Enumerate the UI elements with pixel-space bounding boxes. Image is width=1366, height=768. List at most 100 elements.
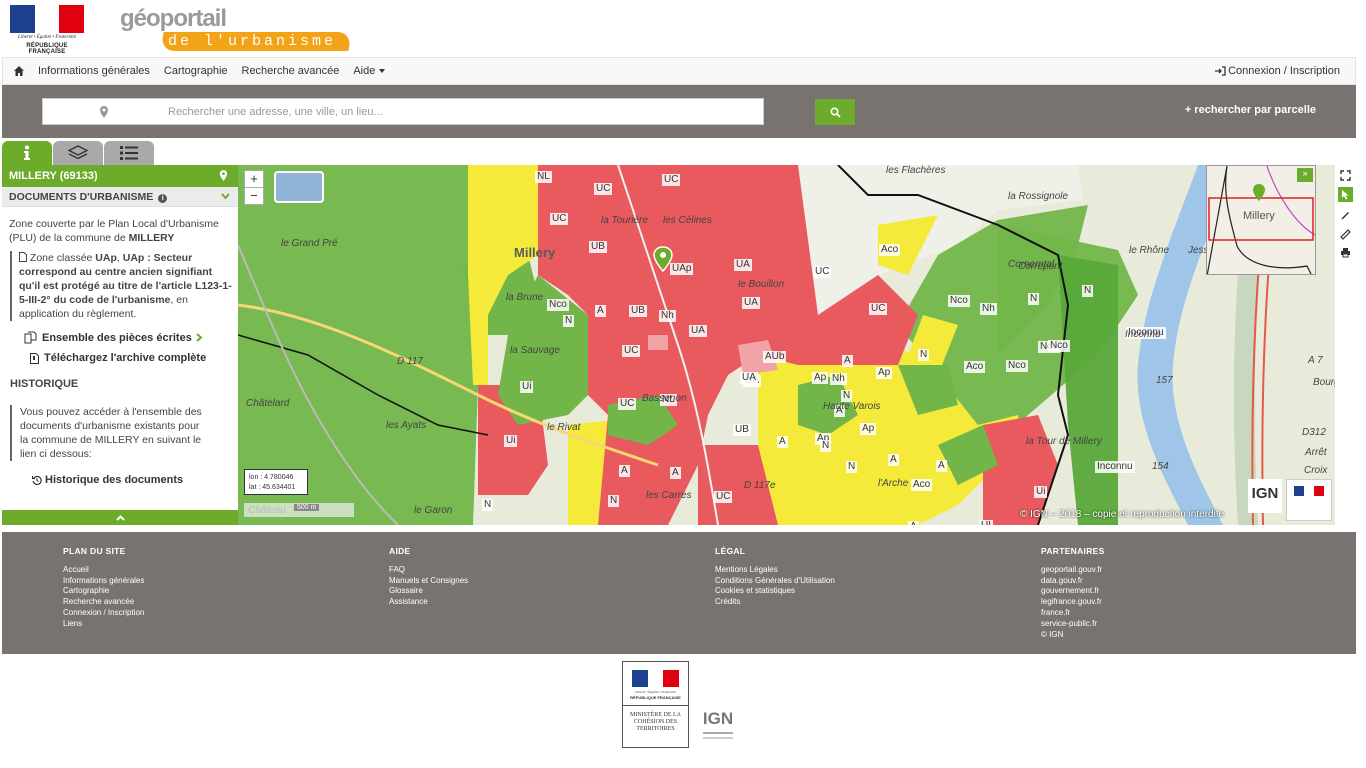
footer-link[interactable]: Informations générales [63,576,144,587]
zone-label-18[interactable]: UC [869,303,888,315]
footer-link[interactable]: Recherche avancée [63,597,144,608]
measure-tool-button[interactable] [1338,227,1353,242]
footer-link[interactable]: Accueil [63,565,144,576]
ign-bottom-logo[interactable]: IGN [698,709,738,747]
zone-label-27[interactable]: Ap [812,372,829,384]
fullscreen-button[interactable] [1338,168,1353,183]
zone-label-23[interactable]: UC [622,345,641,357]
zone-label-50[interactable]: UI [979,520,993,525]
map-view[interactable]: NL UC UC UC UB UAp UA UA UC Aco A N Nco Nh Nco Nh N N UC In… [238,165,1335,525]
zone-label-17[interactable]: N [1082,285,1094,297]
ministry-logo[interactable]: Liberté • Égalité • Fraternité RÉPUBLIQU… [622,661,689,748]
zone-label-53[interactable]: A [908,521,919,525]
collapse-panel-bar[interactable] [2,510,238,525]
zone-label-15[interactable]: Nh [980,303,997,315]
link-pieces-ecrites[interactable]: Ensemble des pièces écrites [24,331,203,344]
zone-label-16[interactable]: N [1028,293,1040,305]
tab-info[interactable] [2,141,52,165]
zone-label-1[interactable]: UC [594,183,613,195]
zone-label-20[interactable]: UB [629,305,647,317]
footer-link[interactable]: data.gouv.fr [1041,576,1105,587]
nav-cartographie[interactable]: Cartographie [157,58,235,84]
zone-label-25[interactable]: UA [740,372,758,384]
zone-label-56[interactable]: Ui [1034,486,1048,498]
map-marker-icon[interactable] [219,170,228,181]
zone-label-41[interactable]: Ap [860,423,877,435]
nav-recherche-avancee[interactable]: Recherche avancée [235,58,347,84]
zone-label-7[interactable]: UA [742,297,760,309]
zone-label-38[interactable]: Ui [504,435,518,447]
footer-link[interactable]: Conditions Générales d'Utilisation [715,576,835,587]
zone-label-10[interactable]: A [595,305,606,317]
zone-label-12[interactable]: Nco [547,299,569,311]
footer-link[interactable]: service-public.fr [1041,619,1105,630]
zone-label-54[interactable]: A [619,465,630,477]
nav-informations-generales[interactable]: Informations générales [31,58,157,84]
footer-link[interactable]: © IGN [1041,630,1105,641]
zone-label-0[interactable]: NL [535,171,552,183]
zone-label-49[interactable]: Inconnu [1095,461,1135,473]
zone-label-13[interactable]: Nh [659,310,676,322]
footer-link[interactable]: FAQ [389,565,468,576]
zone-label-45[interactable]: N [608,495,620,507]
footer-link[interactable]: Mentions Légales [715,565,835,576]
zone-label-35[interactable]: Ui [520,381,534,393]
zone-label-9[interactable]: Aco [879,244,901,256]
footer-link[interactable]: Cookies et statistiques [715,586,835,597]
search-button[interactable] [815,99,855,125]
zone-label-3[interactable]: UC [550,213,569,225]
republique-francaise-logo[interactable]: Liberté • Égalité • Fraternité RÉPUBLIQU… [10,5,85,55]
zoom-in-button[interactable]: + [244,170,264,188]
zone-label-33[interactable]: Nh [830,373,847,385]
zone-label-26[interactable]: A [842,355,853,367]
home-icon[interactable] [13,65,25,77]
link-download-archive[interactable]: Téléchargez l'archive complète [30,352,206,364]
footer-link[interactable]: Glossaire [389,586,468,597]
zone-label-42[interactable]: A [777,436,788,448]
footer-link[interactable]: gouvernement.fr [1041,586,1105,597]
zone-label-47[interactable]: Aco [911,479,933,491]
documents-urbanisme-header[interactable]: DOCUMENTS D'URBANISME i [2,187,238,207]
link-history[interactable]: Historique des documents [32,474,183,486]
zone-label-11[interactable]: N [563,315,575,327]
print-button[interactable] [1338,245,1353,260]
zone-label-6[interactable]: UA [734,259,752,271]
zone-label-21[interactable]: UA [689,325,707,337]
zone-label-44[interactable]: A [670,467,681,479]
zone-label-39[interactable]: UB [733,424,751,436]
search-by-parcel-link[interactable]: + rechercher par parcelle [1185,104,1316,116]
footer-link[interactable]: Crédits [715,597,835,608]
zone-label-46[interactable]: UC [714,491,733,503]
login-link[interactable]: Connexion / Inscription [1208,58,1347,84]
footer-link[interactable]: legifrance.gouv.fr [1041,597,1105,608]
footer-link[interactable]: Liens [63,619,144,630]
address-search-input[interactable] [168,104,748,120]
zone-label-58[interactable]: A [936,460,947,472]
zone-label-29[interactable]: Aco [964,361,986,373]
tab-layers[interactable] [53,141,103,165]
zone-label-43[interactable]: N [846,461,858,473]
zone-label-28[interactable]: Ap [876,367,893,379]
zone-label-55[interactable]: N [482,499,494,511]
zone-label-36[interactable]: UC [618,398,637,410]
footer-link[interactable]: Connexion / Inscription [63,608,144,619]
footer-link[interactable]: Assistance [389,597,468,608]
footer-link[interactable]: geoportail.gouv.fr [1041,565,1105,576]
tab-legend[interactable] [104,141,154,165]
footer-link[interactable]: Cartographie [63,586,144,597]
footer-link[interactable]: Manuels et Consignes [389,576,468,587]
zone-label-14[interactable]: Nco [948,295,970,307]
overview-map[interactable]: Millery » [1206,165,1316,275]
commune-header[interactable]: MILLERY (69133) [2,165,238,187]
select-tool-button[interactable] [1338,187,1353,202]
overview-toggle-button[interactable]: » [1297,168,1313,182]
zone-label-52[interactable]: Nco [1006,360,1028,372]
basemap-switcher[interactable] [274,171,324,203]
zone-label-30[interactable]: N [918,349,930,361]
draw-tool-button[interactable] [1338,207,1353,222]
zone-label-48[interactable]: N [820,440,832,452]
zoom-out-button[interactable]: − [244,187,264,205]
zone-label-2[interactable]: UC [662,174,681,186]
nav-aide[interactable]: Aide [346,58,392,84]
zone-label-24[interactable]: AUb [763,351,787,363]
